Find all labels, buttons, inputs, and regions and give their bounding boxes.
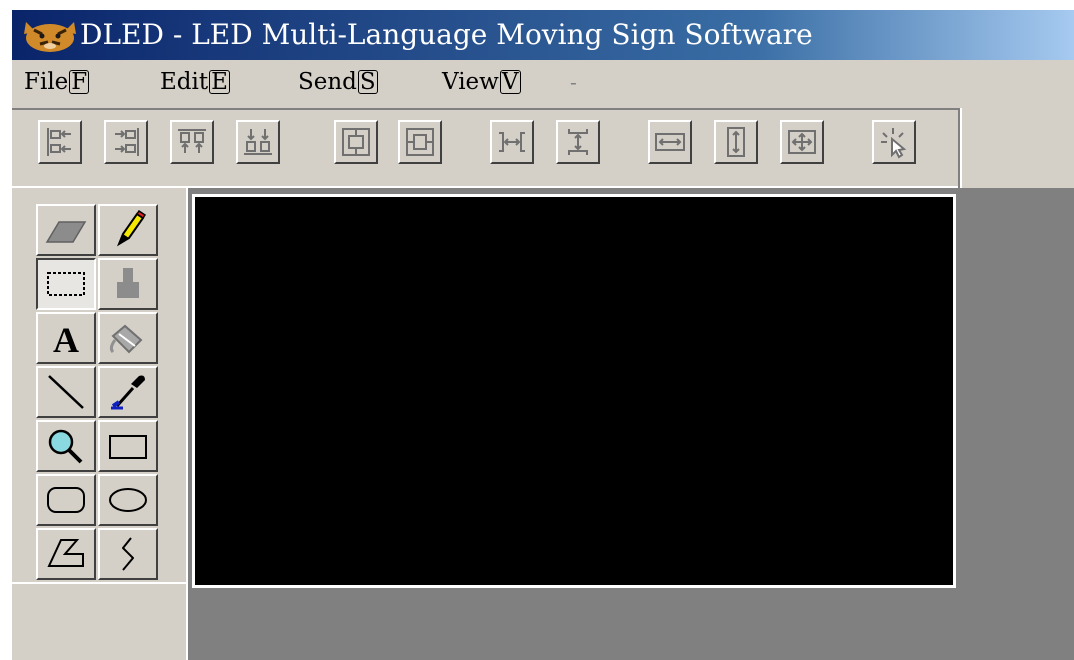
rect-select-icon xyxy=(47,272,85,296)
align-bottom-button[interactable] xyxy=(236,120,280,164)
center-vertical-button[interactable] xyxy=(334,120,378,164)
window-title: DLED - LED Multi-Language Moving Sign So… xyxy=(80,18,813,51)
ellipse-icon xyxy=(109,488,147,512)
fill-icon xyxy=(109,324,143,354)
app-window: DLED - LED Multi-Language Moving Sign So… xyxy=(12,10,1074,660)
color-picker-icon xyxy=(111,375,145,410)
magnifier-icon xyxy=(48,429,83,464)
space-horizontal-button[interactable] xyxy=(490,120,534,164)
menu-view[interactable]: View V xyxy=(442,66,521,98)
magnifier-tool[interactable] xyxy=(36,420,96,472)
rectangle-tool[interactable] xyxy=(98,420,158,472)
rectangle-icon xyxy=(109,435,147,459)
title-bar[interactable]: DLED - LED Multi-Language Moving Sign So… xyxy=(12,10,1074,60)
rounded-rect-tool[interactable] xyxy=(36,474,96,526)
polygon-tool[interactable] xyxy=(36,528,96,580)
rect-select-tool[interactable] xyxy=(36,258,96,310)
select-pointer-icon xyxy=(881,128,907,159)
menu-edit[interactable]: Edit E xyxy=(160,66,230,98)
align-left-button[interactable] xyxy=(38,120,82,164)
curve-icon xyxy=(122,537,134,571)
line-icon xyxy=(48,375,84,409)
ellipse-tool[interactable] xyxy=(98,474,158,526)
align-left-icon xyxy=(47,128,71,156)
polygon-icon xyxy=(47,539,84,567)
menu-edit-accel: E xyxy=(209,69,230,95)
select-pointer-button[interactable] xyxy=(872,120,916,164)
palette-separator xyxy=(12,582,186,584)
line-tool[interactable] xyxy=(36,366,96,418)
text-tool[interactable]: A xyxy=(36,312,96,364)
space-horizontal-icon xyxy=(499,132,525,152)
align-right-icon xyxy=(115,128,139,156)
color-picker-tool[interactable] xyxy=(98,366,158,418)
same-height-button[interactable] xyxy=(714,120,758,164)
same-size-icon xyxy=(788,130,816,154)
same-width-button[interactable] xyxy=(648,120,692,164)
menu-send[interactable]: Send S xyxy=(298,66,378,98)
same-height-icon xyxy=(727,127,745,157)
center-horizontal-button[interactable] xyxy=(398,120,442,164)
align-top-button[interactable] xyxy=(170,120,214,164)
menu-view-accel: V xyxy=(499,69,521,95)
svg-text:A: A xyxy=(53,320,79,358)
alignment-toolbar xyxy=(12,108,958,188)
pencil-tool[interactable] xyxy=(98,204,158,256)
pencil-icon xyxy=(116,210,147,247)
space-vertical-icon xyxy=(568,129,588,155)
same-width-icon xyxy=(655,133,685,151)
center-vertical-icon xyxy=(342,128,370,156)
center-horizontal-icon xyxy=(406,128,434,156)
space-vertical-button[interactable] xyxy=(556,120,600,164)
align-right-button[interactable] xyxy=(104,120,148,164)
led-canvas[interactable] xyxy=(192,194,956,588)
eraser-tool[interactable] xyxy=(36,204,96,256)
tool-palette: A xyxy=(12,188,186,660)
toolbar-edge-highlight xyxy=(960,108,962,188)
workspace-area xyxy=(188,188,1074,660)
eraser-icon xyxy=(45,221,87,243)
menu-bar: File F Edit E Send S View V - xyxy=(12,60,1074,106)
same-size-button[interactable] xyxy=(780,120,824,164)
text-icon: A xyxy=(53,320,79,358)
align-top-icon xyxy=(178,129,206,153)
fill-tool[interactable] xyxy=(98,312,158,364)
rounded-rect-icon xyxy=(47,487,85,513)
align-bottom-icon xyxy=(244,129,272,155)
stamp-tool[interactable] xyxy=(98,258,158,310)
menu-file[interactable]: File F xyxy=(24,66,90,98)
menu-send-accel: S xyxy=(357,69,378,95)
menu-file-accel: F xyxy=(69,69,90,95)
menu-separator: - xyxy=(570,70,577,94)
stamp-icon xyxy=(117,268,139,298)
curve-tool[interactable] xyxy=(98,528,158,580)
tiger-app-icon[interactable] xyxy=(20,18,80,54)
